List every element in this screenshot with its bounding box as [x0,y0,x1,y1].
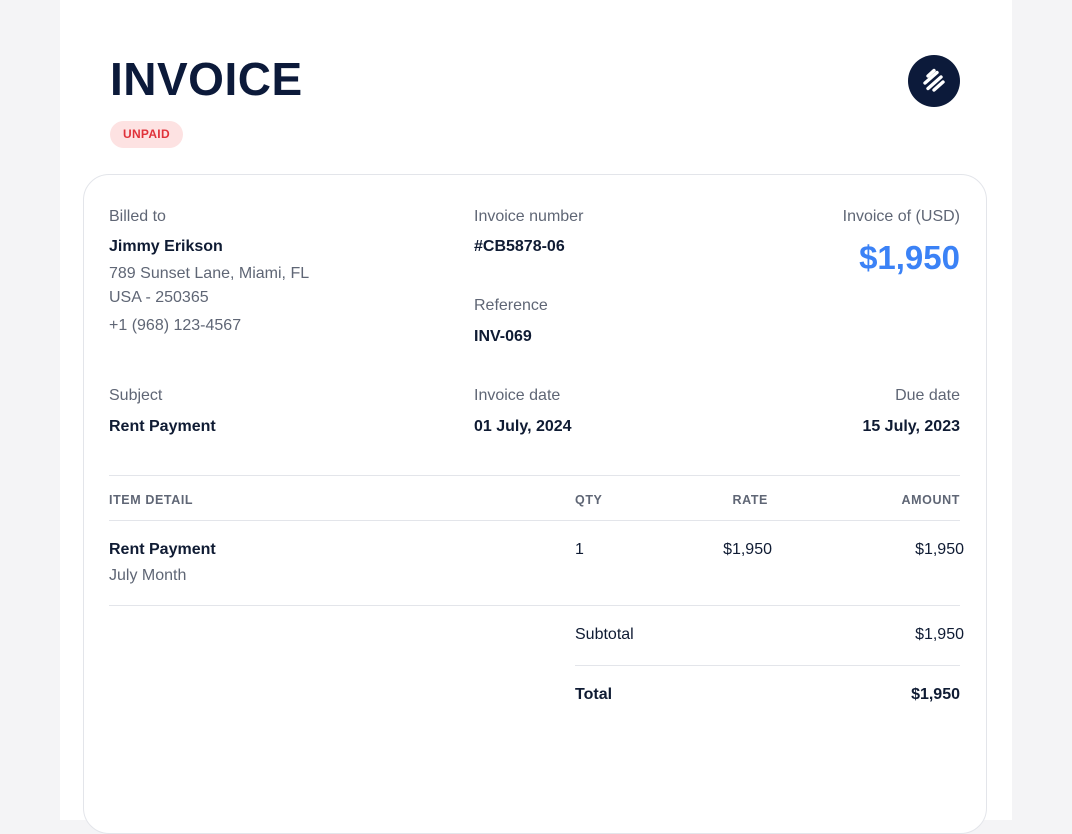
row-item-name: Rent Payment [109,541,216,558]
row-rate: $1,950 [723,541,772,558]
column-header-amount: AMOUNT [901,493,960,507]
due-date-label: Due date [895,387,960,404]
invoice-amount-label: Invoice of (USD) [842,208,960,225]
row-qty: 1 [575,541,584,558]
subtotal-label: Subtotal [575,626,634,643]
table-top-divider [109,475,960,476]
subtotal-value: $1,950 [915,626,964,643]
column-header-rate: RATE [732,493,768,507]
table-header-divider [109,520,960,521]
row-item-description: July Month [109,567,187,584]
invoice-amount-value: $1,950 [859,239,960,276]
brand-logo-icon [908,55,960,107]
reference-label: Reference [474,297,548,314]
invoice-date-value: 01 July, 2024 [474,418,572,435]
billed-to-address-line1: 789 Sunset Lane, Miami, FL [109,265,310,282]
total-label: Total [575,686,613,703]
reference-value: INV-069 [474,328,532,345]
summary-divider [575,665,960,666]
invoice-number-label: Invoice number [474,208,584,225]
column-header-item: ITEM DETAIL [109,493,194,507]
subject-label: Subject [109,387,163,404]
row-amount: $1,950 [915,541,964,558]
billed-to-label: Billed to [109,208,166,225]
column-header-qty: QTY [575,493,603,507]
invoice-date-label: Invoice date [474,387,561,404]
page-title: INVOICE [110,53,303,105]
brand-logo-mark [923,68,945,92]
table-bottom-divider [109,605,960,606]
billed-to-phone: +1 (968) 123-4567 [109,317,242,334]
total-value: $1,950 [911,686,960,703]
billed-to-name: Jimmy Erikson [109,238,223,255]
due-date-value: 15 July, 2023 [862,418,960,435]
billed-to-address-line2: USA - 250365 [109,289,209,306]
subject-value: Rent Payment [109,418,216,435]
invoice-number-value: #CB5878-06 [474,238,565,255]
status-badge: UNPAID [110,121,183,148]
